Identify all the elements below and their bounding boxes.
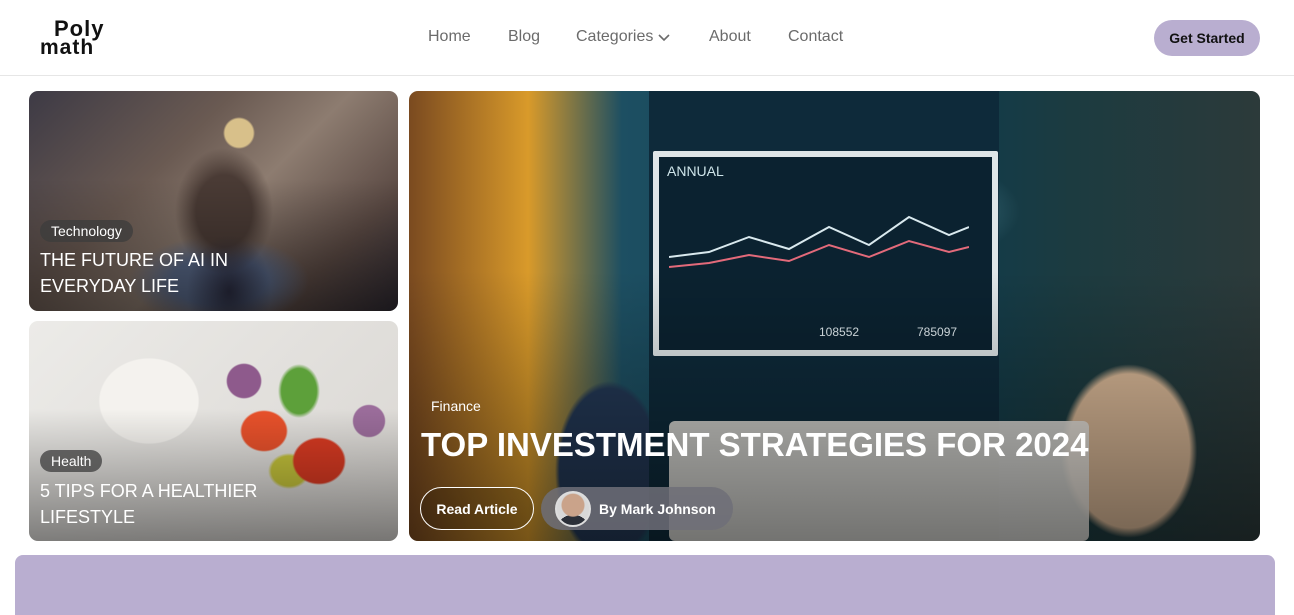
nav-categories[interactable]: Categories [576, 28, 671, 46]
card-title[interactable]: The Future of AI in Everyday Life [40, 247, 280, 299]
featured-article-card[interactable]: ANNUAL 108552 785097 Finance Top Investm… [409, 91, 1260, 541]
author-name: By Mark Johnson [599, 500, 716, 517]
logo-line2: math [40, 36, 95, 59]
get-started-button[interactable]: Get Started [1154, 20, 1260, 56]
card-overlay [409, 271, 1260, 541]
screen-title: ANNUAL [667, 163, 724, 179]
nav-contact[interactable]: Contact [788, 28, 843, 46]
polymath-logo[interactable]: Poly math [40, 16, 116, 60]
site-header: Poly math Home Blog Categories About Con… [0, 0, 1294, 76]
category-tag[interactable]: Technology [40, 220, 133, 242]
author-chip[interactable]: By Mark Johnson [541, 487, 733, 530]
article-card-ai[interactable]: Technology The Future of AI in Everyday … [29, 91, 398, 311]
nav-home[interactable]: Home [428, 28, 471, 46]
nav-about[interactable]: About [709, 28, 751, 46]
bottom-section-banner [15, 555, 1275, 615]
category-tag[interactable]: Health [40, 450, 103, 472]
read-article-button[interactable]: Read Article [420, 487, 534, 530]
category-tag[interactable]: Finance [429, 398, 483, 418]
card-title[interactable]: 5 Tips for a Healthier Lifestyle [40, 478, 280, 530]
nav-blog[interactable]: Blog [508, 28, 540, 46]
chevron-down-icon [658, 34, 670, 42]
featured-title[interactable]: Top Investment Strategies for 2024 [421, 426, 1088, 464]
article-card-health[interactable]: Health 5 Tips for a Healthier Lifestyle [29, 321, 398, 541]
nav-categories-label: Categories [576, 28, 654, 45]
author-avatar [555, 490, 591, 527]
